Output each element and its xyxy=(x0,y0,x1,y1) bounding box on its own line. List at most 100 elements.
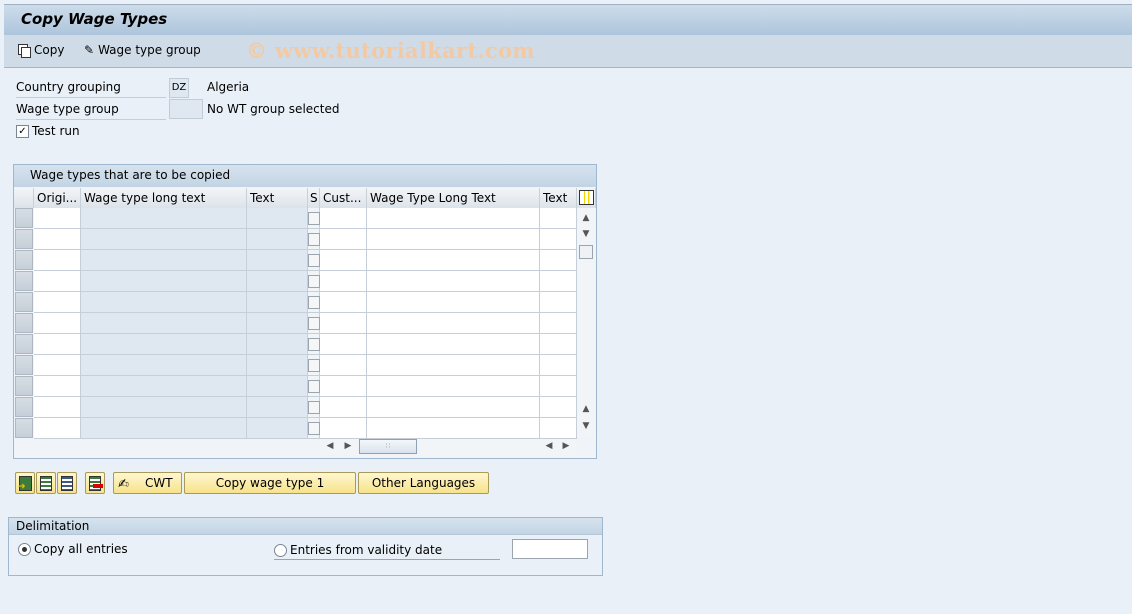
s-checkbox[interactable] xyxy=(308,254,320,267)
text-cell[interactable] xyxy=(247,292,308,313)
text-cell[interactable] xyxy=(247,355,308,376)
copy-all-entries-radio[interactable] xyxy=(18,542,31,556)
horizontal-scroll-thumb[interactable]: ∷ xyxy=(359,439,417,454)
scroll-left-icon[interactable]: ◀ xyxy=(322,438,338,454)
select-all-header[interactable] xyxy=(14,188,34,208)
s-checkbox[interactable] xyxy=(308,317,320,330)
row-selector[interactable] xyxy=(15,292,33,312)
text-2-cell[interactable] xyxy=(540,376,577,397)
scroll-left-right-section-icon[interactable]: ◀ xyxy=(541,438,557,454)
wage-type-long-text-2-cell[interactable] xyxy=(367,313,540,334)
entries-from-validity-date-option[interactable]: Entries from validity date xyxy=(274,541,500,560)
row-selector[interactable] xyxy=(15,229,33,249)
wage-type-long-text-2-cell[interactable] xyxy=(367,271,540,292)
row-selector[interactable] xyxy=(15,313,33,333)
row-selector[interactable] xyxy=(15,418,33,438)
s-cell[interactable] xyxy=(308,271,320,292)
entries-from-validity-date-radio[interactable] xyxy=(274,543,287,557)
s-checkbox[interactable] xyxy=(308,422,320,435)
text-cell[interactable] xyxy=(247,250,308,271)
column-header-customer[interactable]: Cust... xyxy=(320,188,367,208)
customer-cell[interactable] xyxy=(320,208,367,229)
test-run-checkbox[interactable]: ✓ xyxy=(16,124,29,138)
original-cell[interactable] xyxy=(34,292,81,313)
scroll-page-down-icon[interactable]: ▼ xyxy=(578,418,594,434)
wage-type-long-text-cell[interactable] xyxy=(81,208,247,229)
vertical-scrollbar[interactable]: ▲ ▼ ▲ ▼ xyxy=(577,208,595,437)
row-selector[interactable] xyxy=(15,355,33,375)
wage-type-group-field[interactable] xyxy=(169,99,203,119)
s-checkbox[interactable] xyxy=(308,359,320,372)
text-2-cell[interactable] xyxy=(540,355,577,376)
row-selector[interactable] xyxy=(15,250,33,270)
wage-type-long-text-2-cell[interactable] xyxy=(367,397,540,418)
customer-cell[interactable] xyxy=(320,229,367,250)
validity-date-input[interactable] xyxy=(512,539,588,559)
cwt-button[interactable]: ✍ CWT xyxy=(113,472,182,494)
country-grouping-field[interactable]: DZ xyxy=(169,78,189,98)
wage-type-long-text-cell[interactable] xyxy=(81,334,247,355)
scroll-right-icon[interactable]: ▶ xyxy=(340,438,356,454)
scroll-right-right-section-icon[interactable]: ▶ xyxy=(558,438,574,454)
column-header-s[interactable]: S xyxy=(308,188,320,208)
customer-cell[interactable] xyxy=(320,271,367,292)
s-cell[interactable] xyxy=(308,313,320,334)
original-cell[interactable] xyxy=(34,313,81,334)
s-checkbox[interactable] xyxy=(308,380,320,393)
wage-type-long-text-2-cell[interactable] xyxy=(367,250,540,271)
s-cell[interactable] xyxy=(308,397,320,418)
wage-type-long-text-2-cell[interactable] xyxy=(367,355,540,376)
vertical-scroll-thumb[interactable] xyxy=(579,245,593,259)
column-config-button[interactable] xyxy=(577,188,596,208)
text-2-cell[interactable] xyxy=(540,397,577,418)
wage-type-long-text-cell[interactable] xyxy=(81,376,247,397)
s-cell[interactable] xyxy=(308,229,320,250)
column-header-text-2[interactable]: Text xyxy=(540,188,577,208)
delete-row-button[interactable] xyxy=(85,472,105,494)
wage-type-long-text-2-cell[interactable] xyxy=(367,292,540,313)
s-cell[interactable] xyxy=(308,250,320,271)
copy-wage-type-button[interactable]: Copy wage type 1 xyxy=(184,472,356,494)
text-cell[interactable] xyxy=(247,376,308,397)
original-cell[interactable] xyxy=(34,334,81,355)
text-2-cell[interactable] xyxy=(540,292,577,313)
wage-type-long-text-cell[interactable] xyxy=(81,250,247,271)
text-cell[interactable] xyxy=(247,334,308,355)
column-header-wage-type-long-text[interactable]: Wage type long text xyxy=(81,188,247,208)
wage-type-long-text-cell[interactable] xyxy=(81,418,247,439)
row-selector[interactable] xyxy=(15,208,33,228)
wage-type-long-text-cell[interactable] xyxy=(81,397,247,418)
wage-type-long-text-cell[interactable] xyxy=(81,355,247,376)
wage-type-long-text-cell[interactable] xyxy=(81,229,247,250)
text-cell[interactable] xyxy=(247,271,308,292)
row-selector[interactable] xyxy=(15,376,33,396)
customer-cell[interactable] xyxy=(320,376,367,397)
customer-cell[interactable] xyxy=(320,292,367,313)
wage-type-long-text-2-cell[interactable] xyxy=(367,334,540,355)
horizontal-scrollbar[interactable]: ◀ ▶ ∷ ◀ ▶ xyxy=(320,437,577,455)
scroll-down-icon[interactable]: ▼ xyxy=(578,226,594,242)
wage-type-long-text-2-cell[interactable] xyxy=(367,208,540,229)
customer-cell[interactable] xyxy=(320,418,367,439)
copy-all-entries-option[interactable]: Copy all entries xyxy=(18,542,128,556)
original-cell[interactable] xyxy=(34,271,81,292)
s-cell[interactable] xyxy=(308,418,320,439)
text-2-cell[interactable] xyxy=(540,418,577,439)
s-cell[interactable] xyxy=(308,208,320,229)
customer-cell[interactable] xyxy=(320,313,367,334)
original-cell[interactable] xyxy=(34,250,81,271)
text-cell[interactable] xyxy=(247,229,308,250)
customer-cell[interactable] xyxy=(320,397,367,418)
original-cell[interactable] xyxy=(34,229,81,250)
wage-type-group-button[interactable]: ✎ Wage type group xyxy=(84,43,201,57)
text-2-cell[interactable] xyxy=(540,250,577,271)
s-checkbox[interactable] xyxy=(308,338,320,351)
column-header-wage-type-long-text-2[interactable]: Wage Type Long Text xyxy=(367,188,540,208)
text-2-cell[interactable] xyxy=(540,334,577,355)
wage-type-long-text-cell[interactable] xyxy=(81,292,247,313)
customer-cell[interactable] xyxy=(320,250,367,271)
row-selector[interactable] xyxy=(15,397,33,417)
deselect-all-button[interactable] xyxy=(57,472,77,494)
text-2-cell[interactable] xyxy=(540,271,577,292)
original-cell[interactable] xyxy=(34,355,81,376)
